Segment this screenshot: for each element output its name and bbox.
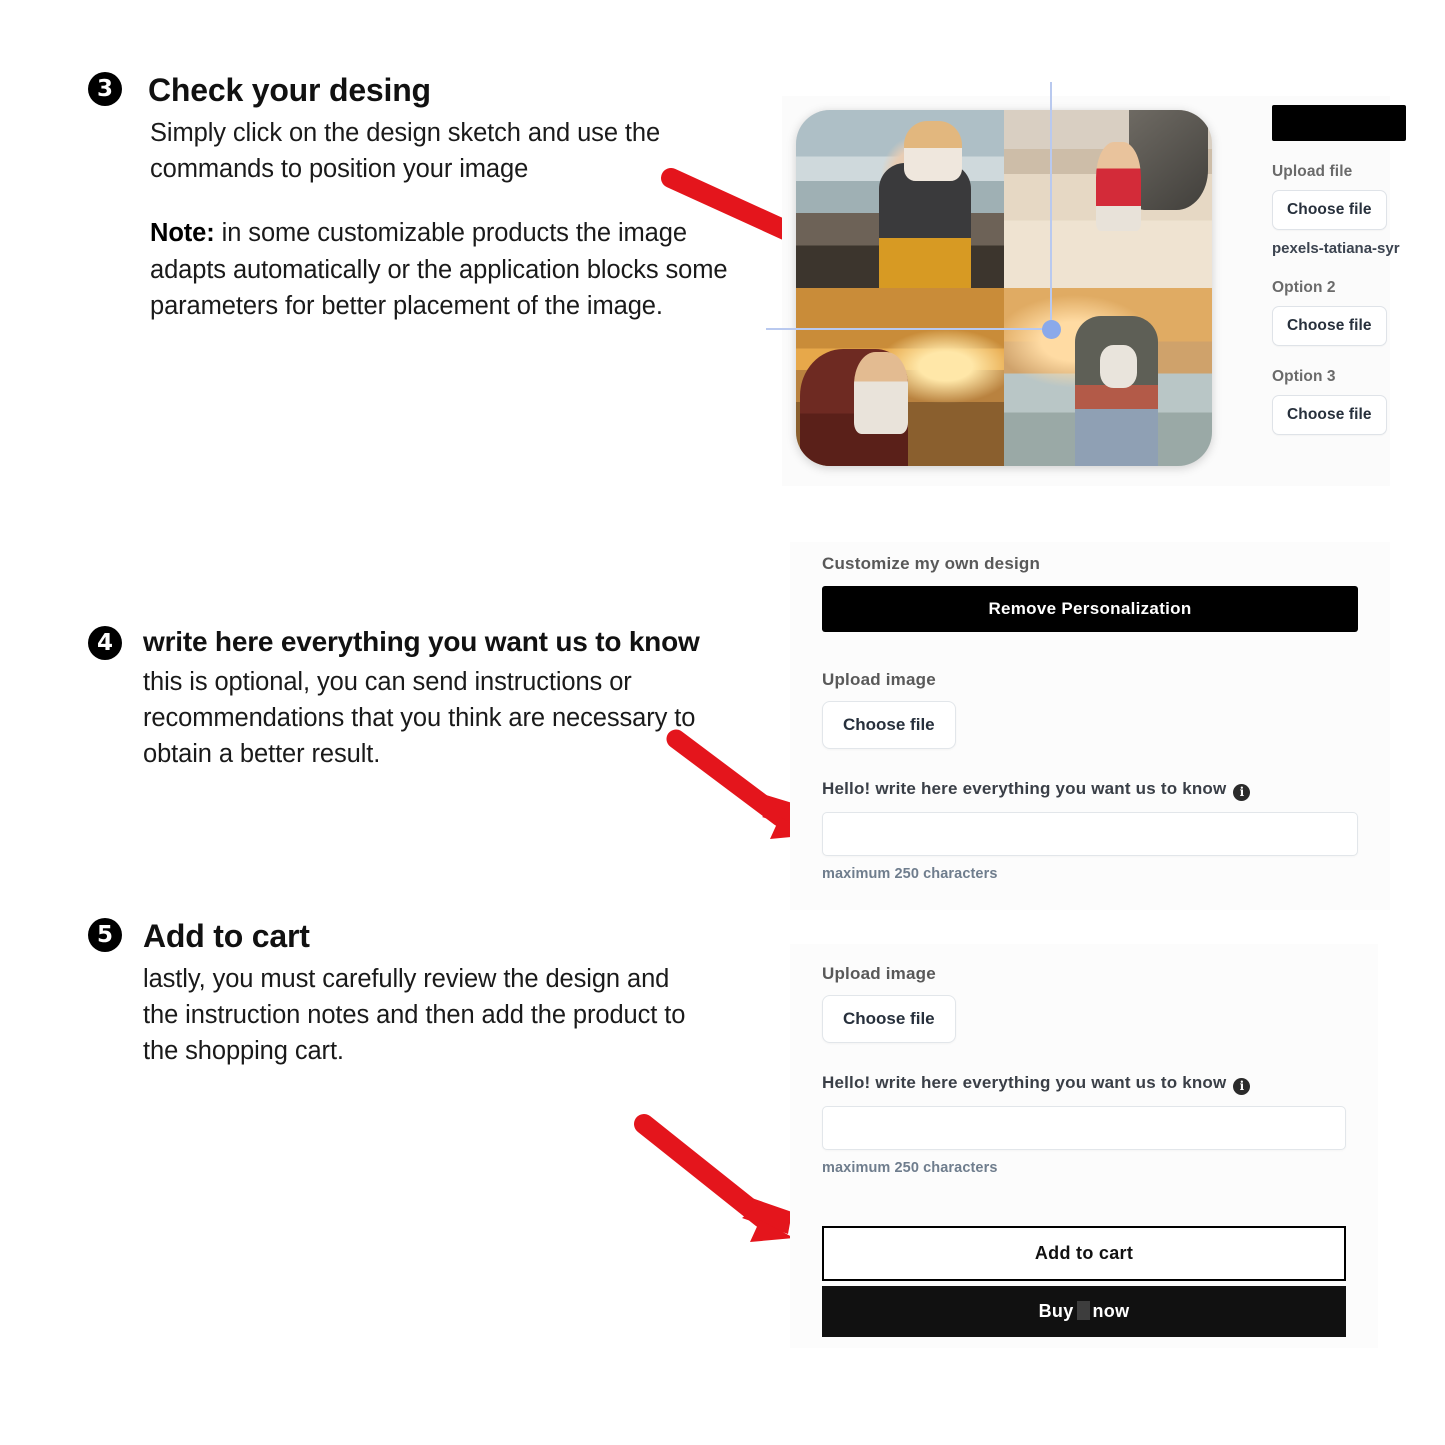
collage-photo-3[interactable] <box>796 288 1004 466</box>
step-3-note-text: in some customizable products the image … <box>150 219 728 320</box>
upload-file-label: Upload file <box>1272 163 1353 180</box>
step-3-title: Check your desing <box>148 72 431 108</box>
add-to-cart-button[interactable]: Add to cart <box>822 1226 1346 1281</box>
choose-file-button-3[interactable]: Choose file <box>1272 395 1387 435</box>
message-field-label-2: Hello! write here everything you want us… <box>822 1073 1346 1095</box>
personalization-form-panel: Customize my own design Remove Personali… <box>790 542 1390 910</box>
choose-file-button-1[interactable]: Choose file <box>1272 190 1387 230</box>
info-icon-1[interactable]: i <box>1233 784 1251 801</box>
buy-now-prefix: Buy <box>1038 1301 1074 1321</box>
vertical-guide-line <box>1050 82 1052 322</box>
checkout-form-panel: Upload image Choose file Hello! write he… <box>790 944 1378 1348</box>
selected-filename-1: pexels-tatiana-syr <box>1272 240 1400 257</box>
step-3-note-label: Note: <box>150 219 215 248</box>
redacted-black-bar <box>1272 105 1406 141</box>
choose-file-button-2[interactable]: Choose file <box>1272 306 1387 346</box>
step-5-number-badge: 5 <box>88 918 122 952</box>
step-4-paragraph: this is optional, you can send instructi… <box>143 668 696 769</box>
upload-image-label-1: Upload image <box>822 670 936 689</box>
message-field-label-1: Hello! write here everything you want us… <box>822 779 1358 801</box>
character-limit-hint-2: maximum 250 characters <box>822 1160 998 1176</box>
step-4-title: write here everything you want us to kno… <box>143 626 700 657</box>
horizontal-guide-line <box>766 328 1056 330</box>
step-4-block: 4 write here everything you want us to k… <box>88 626 808 773</box>
step-3-note: Note: in some customizable products the … <box>150 215 730 324</box>
remove-personalization-button[interactable]: Remove Personalization <box>822 586 1358 632</box>
upload-options-column: Upload file Choose file pexels-tatiana-s… <box>1272 105 1417 435</box>
info-icon-2[interactable]: i <box>1233 1078 1251 1095</box>
character-limit-hint-1: maximum 250 characters <box>822 866 998 882</box>
message-label-text-1: Hello! write here everything you want us… <box>822 779 1227 798</box>
buy-now-placeholder-glyph <box>1076 1301 1090 1320</box>
choose-file-button-form-2[interactable]: Choose file <box>822 995 956 1043</box>
step-3-block: 3 Check your desing Simply click on the … <box>88 72 788 324</box>
resize-handle-dot[interactable] <box>1042 320 1061 339</box>
step-5-title: Add to cart <box>143 918 310 954</box>
upload-image-label-2: Upload image <box>822 964 936 983</box>
choose-file-button-form-1[interactable]: Choose file <box>822 701 956 749</box>
arrow-to-add-to-cart-button <box>634 1114 794 1242</box>
buy-now-button[interactable]: Buy now <box>822 1286 1346 1337</box>
collage-photo-4[interactable] <box>1004 288 1212 466</box>
option-2-label: Option 2 <box>1272 279 1336 296</box>
step-5-paragraph: lastly, you must carefully review the de… <box>143 965 686 1066</box>
step-4-number-badge: 4 <box>88 626 122 660</box>
message-label-text-2: Hello! write here everything you want us… <box>822 1073 1227 1092</box>
step-3-paragraph: Simply click on the design sketch and us… <box>150 119 661 184</box>
page-root: 3 Check your desing Simply click on the … <box>0 0 1445 1445</box>
option-3-label: Option 3 <box>1272 368 1336 385</box>
step-5-block: 5 Add to cart lastly, you must carefully… <box>88 918 788 1070</box>
step-3-number-badge: 3 <box>88 72 122 106</box>
collage-photo-1[interactable] <box>796 110 1004 288</box>
product-design-canvas[interactable] <box>796 110 1212 466</box>
message-input-2[interactable] <box>822 1106 1346 1150</box>
buy-now-suffix: now <box>1092 1301 1130 1321</box>
customize-my-own-design-label: Customize my own design <box>822 554 1041 573</box>
message-input-1[interactable] <box>822 812 1358 856</box>
collage-photo-2[interactable] <box>1004 110 1212 288</box>
